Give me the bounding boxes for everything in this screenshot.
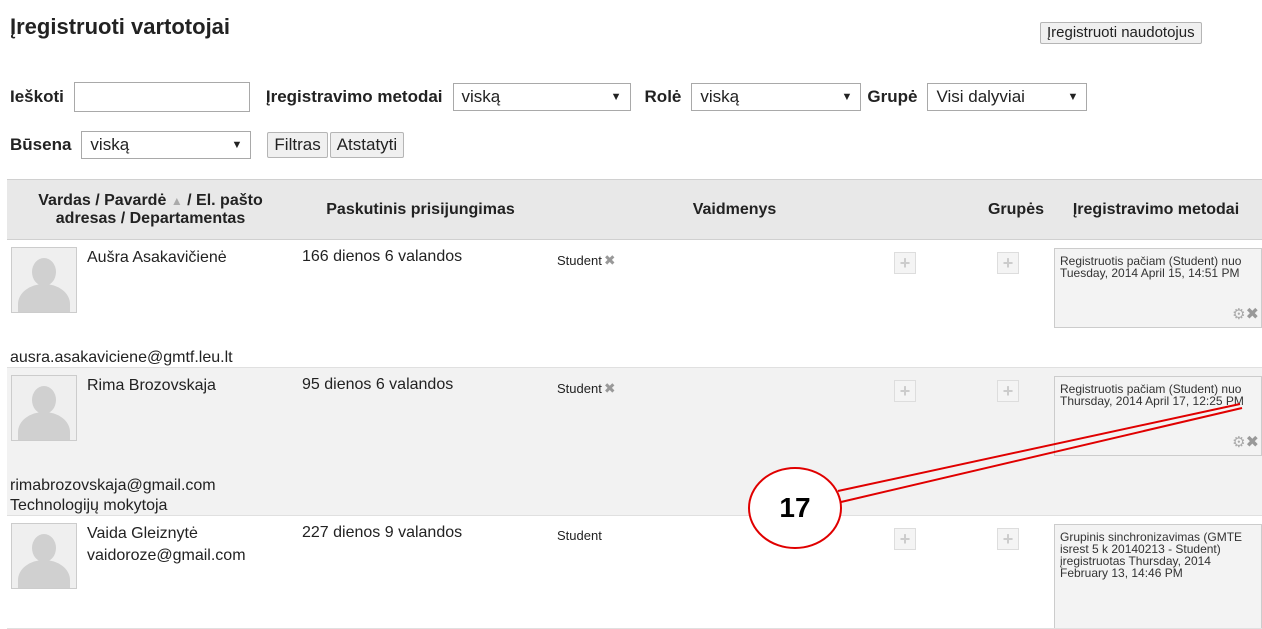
annotation-label: 17 [779, 492, 811, 523]
annotation-overlay [748, 403, 1243, 549]
annotation-pointer-line [837, 403, 1241, 492]
annotation-pointer-line [840, 407, 1243, 503]
